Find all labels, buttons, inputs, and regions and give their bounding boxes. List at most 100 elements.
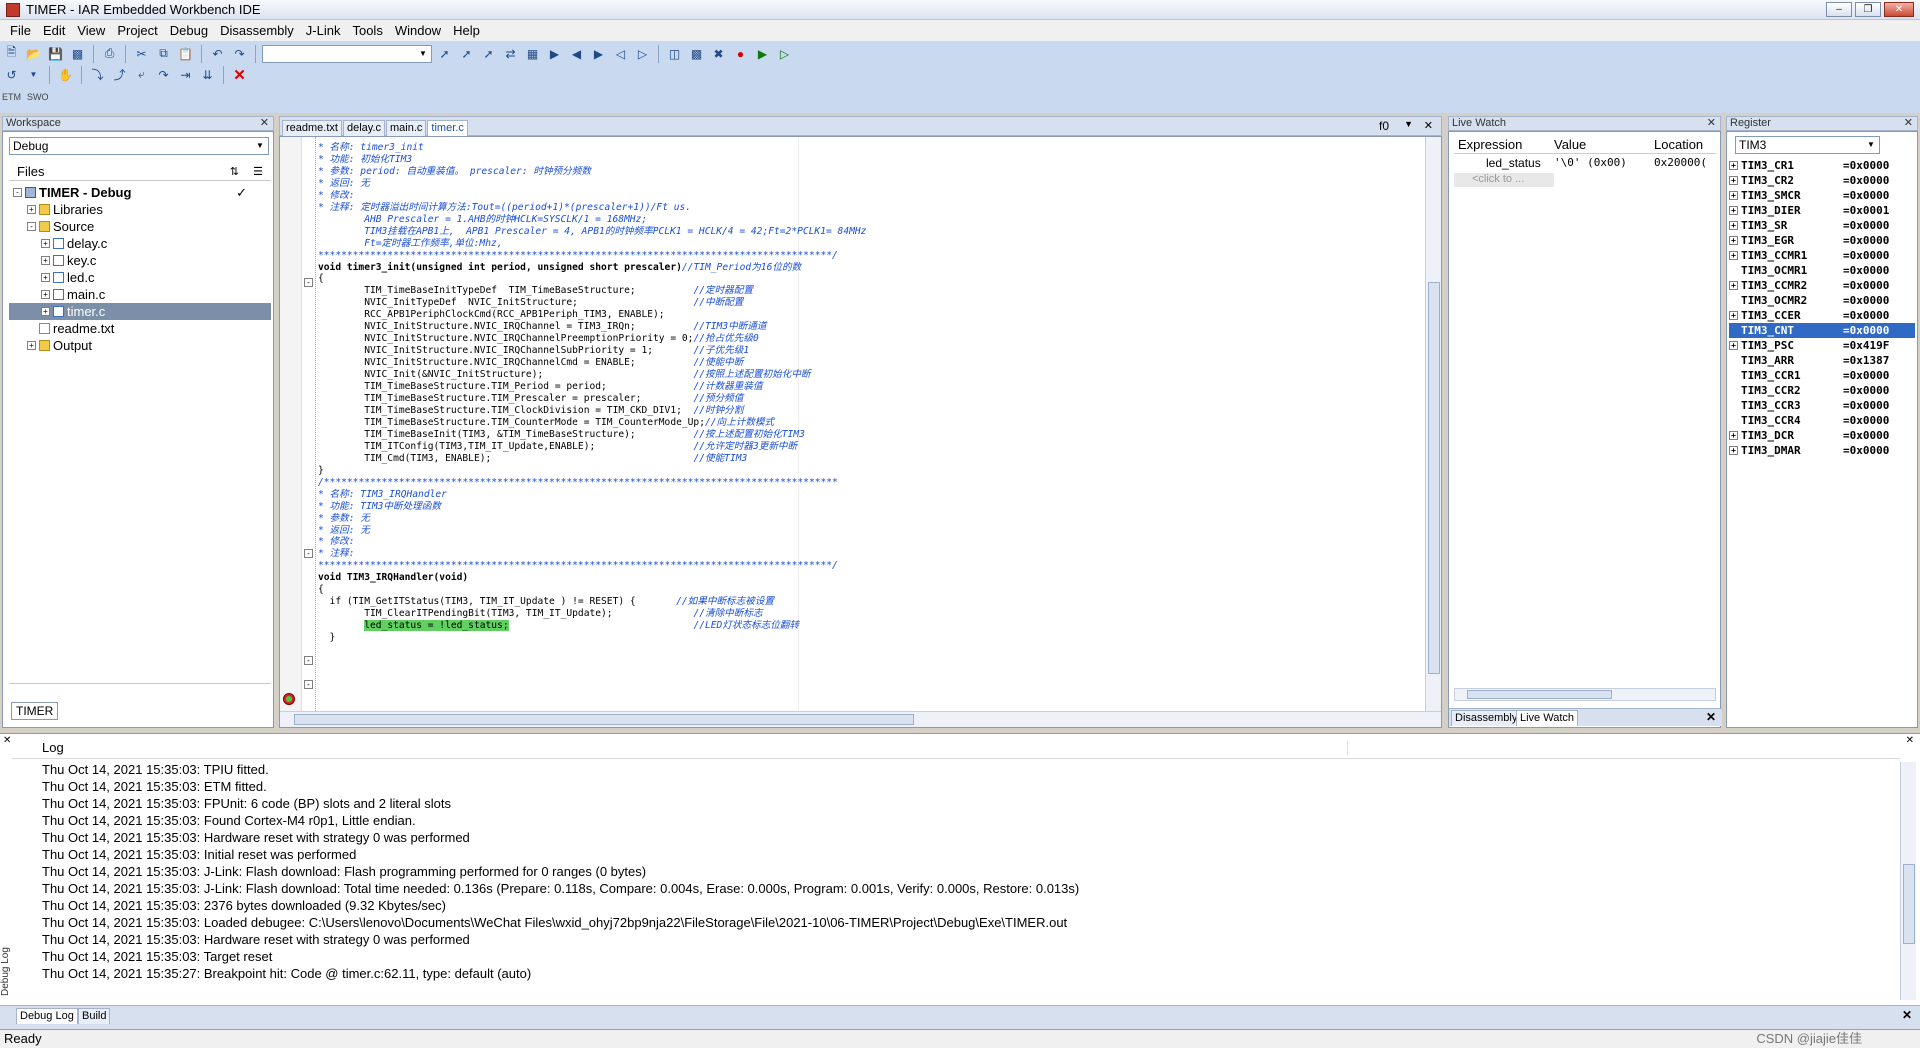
register-row[interactable]: + TIM3_CCMR2 = 0x0000 xyxy=(1729,278,1915,293)
tree-item-key-c[interactable]: + key.c xyxy=(9,252,271,269)
register-row[interactable]: + TIM3_DMAR = 0x0000 xyxy=(1729,443,1915,458)
log-line[interactable]: Thu Oct 14, 2021 15:35:03: Initial reset… xyxy=(42,846,1079,863)
menu-window[interactable]: Window xyxy=(389,23,447,38)
register-value[interactable]: 0x0000 xyxy=(1850,429,1890,442)
tree-item-output[interactable]: + Output xyxy=(9,337,271,354)
expand-toggle-icon[interactable]: + xyxy=(1729,431,1738,440)
download-debug-icon[interactable]: ▶ xyxy=(753,44,772,63)
register-value[interactable]: 0x0000 xyxy=(1850,369,1890,382)
menu-file[interactable]: File xyxy=(4,23,37,38)
log-line[interactable]: Thu Oct 14, 2021 15:35:03: TPIU fitted. xyxy=(42,761,1079,778)
watch-expression[interactable]: led_status xyxy=(1454,156,1554,171)
log-line[interactable]: Thu Oct 14, 2021 15:35:03: FPUnit: 6 cod… xyxy=(42,795,1079,812)
menu-tools[interactable]: Tools xyxy=(346,23,388,38)
expand-toggle-icon[interactable]: + xyxy=(41,273,50,282)
expand-toggle-icon[interactable]: + xyxy=(1729,161,1738,170)
code-line[interactable]: TIM_ITConfig(TIM3,TIM_IT_Update,ENABLE);… xyxy=(318,441,1418,453)
editor-gutter[interactable] xyxy=(280,137,302,727)
close-icon[interactable]: ✕ xyxy=(1902,1008,1912,1022)
code-line[interactable]: NVIC_InitStructure.NVIC_IRQChannelCmd = … xyxy=(318,357,1418,369)
expand-toggle-icon[interactable]: + xyxy=(1729,251,1738,260)
code-line[interactable]: TIM_TimeBaseStructure.TIM_CounterMode = … xyxy=(318,417,1418,429)
tab-live-watch[interactable]: Live Watch xyxy=(1516,710,1579,726)
fold-margin[interactable]: - - - - xyxy=(302,137,316,727)
menu-jlink[interactable]: J-Link xyxy=(300,23,347,38)
menu-debug[interactable]: Debug xyxy=(164,23,214,38)
expand-toggle-icon[interactable]: + xyxy=(27,205,36,214)
run-to-cursor-icon[interactable]: ⇥ xyxy=(176,65,195,84)
tab-debug-log[interactable]: Debug Log xyxy=(16,1008,78,1024)
hscroll-thumb[interactable] xyxy=(294,714,914,725)
source-code[interactable]: * 名称: timer3_init * 功能: 初始化TIM3 * 参数: peri… xyxy=(318,142,1418,710)
options-icon[interactable]: ☰ xyxy=(253,163,263,181)
register-row[interactable]: + TIM3_PSC = 0x419F xyxy=(1729,338,1915,353)
code-line[interactable]: { xyxy=(318,273,1418,285)
register-row[interactable]: +TIM3_CCR4= 0x0000 xyxy=(1729,413,1915,428)
sort-icon[interactable]: ⇅ xyxy=(230,163,239,181)
code-line[interactable]: * 功能: TIM3中断处理函数 xyxy=(318,501,1418,513)
reset-icon[interactable]: ↺ xyxy=(2,65,21,84)
code-line[interactable]: TIM3挂载在APB1上, APB1 Prescaler = 4, APB1的时… xyxy=(318,226,1418,238)
find-icon[interactable]: ➚ xyxy=(435,44,454,63)
undo-icon[interactable]: ↶ xyxy=(208,44,227,63)
code-line[interactable]: TIM_TimeBaseStructure.TIM_Prescaler = pr… xyxy=(318,393,1418,405)
fold-toggle[interactable]: - xyxy=(304,680,313,689)
register-value[interactable]: 0x419F xyxy=(1850,339,1890,352)
tab-disassembly[interactable]: Disassembly xyxy=(1451,710,1522,726)
code-line[interactable]: AHB Prescaler = 1.AHB的时钟HCLK=SYSCLK/1 = … xyxy=(318,214,1418,226)
code-line[interactable]: ****************************************… xyxy=(318,250,1418,262)
register-row[interactable]: +TIM3_OCMR2= 0x0000 xyxy=(1729,293,1915,308)
expand-toggle-icon[interactable]: - xyxy=(13,188,22,197)
menu-help[interactable]: Help xyxy=(447,23,486,38)
log-line[interactable]: Thu Oct 14, 2021 15:35:03: J-Link: Flash… xyxy=(42,863,1079,880)
expand-toggle-icon[interactable]: + xyxy=(1729,341,1738,350)
close-editor-icon[interactable]: ✕ xyxy=(1424,119,1433,132)
register-value[interactable]: 0x0000 xyxy=(1850,234,1890,247)
code-line[interactable]: * 返回: 无 xyxy=(318,178,1418,190)
goto-icon[interactable]: ▦ xyxy=(523,44,542,63)
register-value[interactable]: 0x0000 xyxy=(1850,444,1890,457)
code-line[interactable]: ****************************************… xyxy=(318,560,1418,572)
log-line[interactable]: Thu Oct 14, 2021 15:35:27: Breakpoint hi… xyxy=(42,965,1079,982)
new-file-icon[interactable]: 🗎 xyxy=(2,44,21,63)
stop-build-icon[interactable]: ✖ xyxy=(709,44,728,63)
code-line[interactable]: NVIC_InitStructure.NVIC_IRQChannelSubPri… xyxy=(318,345,1418,357)
register-row[interactable]: + TIM3_DIER = 0x0001 xyxy=(1729,203,1915,218)
register-value[interactable]: 0x1387 xyxy=(1850,354,1890,367)
register-row[interactable]: + TIM3_CCMR1 = 0x0000 xyxy=(1729,248,1915,263)
register-row[interactable]: + TIM3_SMCR = 0x0000 xyxy=(1729,188,1915,203)
go-icon[interactable]: ⇊ xyxy=(198,65,217,84)
register-row[interactable]: + TIM3_CR1 = 0x0000 xyxy=(1729,158,1915,173)
register-value[interactable]: 0x0000 xyxy=(1850,159,1890,172)
save-icon[interactable]: 💾 xyxy=(46,44,65,63)
tree-item-timer-debug[interactable]: - TIMER - Debug ✓ xyxy=(9,184,271,201)
minimize-button[interactable]: – xyxy=(1826,2,1852,17)
stop-debugging-icon[interactable]: ✕ xyxy=(230,65,249,84)
tree-item-source[interactable]: - Source xyxy=(9,218,271,235)
find-next-icon[interactable]: ➚ xyxy=(457,44,476,63)
register-value[interactable]: 0x0000 xyxy=(1850,279,1890,292)
register-row[interactable]: + TIM3_SR = 0x0000 xyxy=(1729,218,1915,233)
register-value[interactable]: 0x0001 xyxy=(1850,204,1890,217)
tree-item-libraries[interactable]: + Libraries xyxy=(9,201,271,218)
expand-toggle-icon[interactable]: + xyxy=(41,307,50,316)
expand-toggle-icon[interactable]: + xyxy=(1729,236,1738,245)
expand-toggle-icon[interactable]: + xyxy=(41,256,50,265)
watch-row[interactable]: led_status '\0' (0x00) 0x20000( xyxy=(1454,156,1716,171)
register-row[interactable]: + TIM3_CR2 = 0x0000 xyxy=(1729,173,1915,188)
code-line[interactable]: * 名称: TIM3_IRQHandler xyxy=(318,489,1418,501)
log-line[interactable]: Thu Oct 14, 2021 15:35:03: Loaded debuge… xyxy=(42,914,1079,931)
register-value[interactable]: 0x0000 xyxy=(1850,249,1890,262)
save-all-icon[interactable]: ▩ xyxy=(68,44,87,63)
register-value[interactable]: 0x0000 xyxy=(1850,264,1890,277)
register-row[interactable]: +TIM3_CNT= 0x0000 xyxy=(1729,323,1915,338)
col-value[interactable]: Value xyxy=(1554,137,1654,153)
nav-prev-icon[interactable]: ◁ xyxy=(611,44,630,63)
code-line[interactable]: /***************************************… xyxy=(318,477,1418,489)
bookmark-icon[interactable]: ▶ xyxy=(545,44,564,63)
expand-toggle-icon[interactable]: + xyxy=(1729,311,1738,320)
step-over-icon[interactable]: ⤵ xyxy=(88,65,107,84)
expand-toggle-icon[interactable]: + xyxy=(27,341,36,350)
code-line[interactable]: * 修改: xyxy=(318,536,1418,548)
code-line[interactable]: TIM_TimeBaseInitTypeDef TIM_TimeBaseStru… xyxy=(318,285,1418,297)
